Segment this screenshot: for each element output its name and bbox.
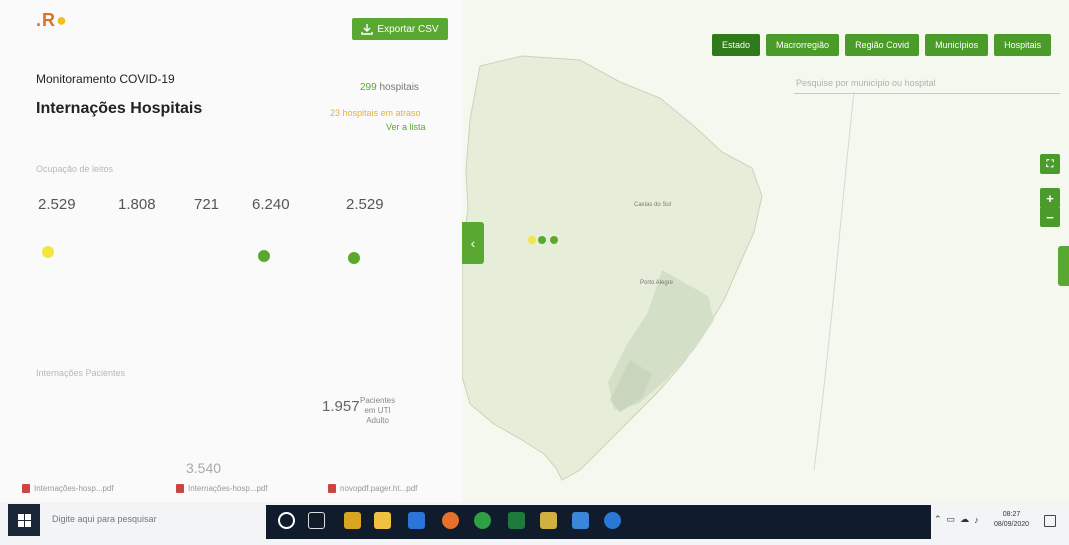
chevron-up-icon[interactable]: ⌃ xyxy=(934,514,942,525)
fullscreen-icon: ⛶ xyxy=(1046,158,1054,170)
stat-value: 2.529 xyxy=(346,196,384,213)
start-button[interactable] xyxy=(8,504,40,536)
notification-icon[interactable] xyxy=(1044,515,1056,527)
patients-total-value: 3.540 xyxy=(186,460,222,476)
taskbar-app-strip xyxy=(266,505,931,539)
status-dot xyxy=(42,246,54,258)
taskbar-clock[interactable]: 08:27 08/09/2020 xyxy=(994,510,1029,530)
skype-icon[interactable] xyxy=(604,512,621,529)
beds-section-label: Ocupação de leitos xyxy=(36,164,114,174)
download-item[interactable]: novopdf.pager.ht...pdf xyxy=(328,484,417,493)
onedrive-icon[interactable] xyxy=(572,512,589,529)
stat-value: 721 xyxy=(194,196,220,213)
stat-value: 6.240 xyxy=(252,196,290,213)
patients-uti-label: Pacientes em UTI Adulto xyxy=(360,396,396,425)
right-panel-tab[interactable] xyxy=(1058,246,1069,286)
status-dot xyxy=(348,252,360,264)
tab-municipios[interactable]: Municípios xyxy=(925,34,989,56)
pdf-icon xyxy=(176,484,184,493)
patients-uti-value: 1.957 xyxy=(322,398,360,415)
zoom-in-button[interactable]: + xyxy=(1040,188,1060,208)
status-dot xyxy=(258,250,270,262)
cortana-icon[interactable] xyxy=(278,512,295,529)
export-csv-label: Exportar CSV xyxy=(377,23,439,35)
firefox-icon[interactable] xyxy=(442,512,459,529)
export-csv-button[interactable]: Exportar CSV xyxy=(352,18,448,40)
stat-value: 1.808 xyxy=(118,196,156,213)
city-label-porto-alegre: Porto Alegre xyxy=(640,280,674,286)
city-label-caxias: Caxias do Sul xyxy=(634,202,672,208)
zoom-out-button[interactable]: − xyxy=(1040,207,1060,227)
see-list-link[interactable]: Ver a lista xyxy=(386,122,426,132)
system-tray[interactable]: ⌃ ▭ ☁ ♪ xyxy=(934,514,979,525)
download-item[interactable]: Internações-hosp...pdf xyxy=(176,484,268,493)
tab-macrorregiao[interactable]: Macrorregião xyxy=(766,34,840,56)
hospital-count: 299 hospitais xyxy=(360,82,419,93)
plus-icon: + xyxy=(1046,190,1054,206)
windows-icon xyxy=(17,513,31,527)
cloud-icon[interactable]: ☁ xyxy=(960,514,969,525)
pdf-icon xyxy=(22,484,30,493)
stat-value: 2.529 xyxy=(38,196,76,213)
tab-estado[interactable]: Estado xyxy=(712,34,761,56)
excel-icon[interactable] xyxy=(508,512,525,529)
patients-section-label: Internações Pacientes xyxy=(36,368,126,378)
pdf-icon xyxy=(328,484,336,493)
minus-icon: − xyxy=(1046,209,1054,225)
page-subtitle: Monitoramento COVID-19 xyxy=(36,72,175,86)
edge-icon[interactable] xyxy=(408,512,425,529)
fullscreen-button[interactable]: ⛶ xyxy=(1040,154,1060,174)
spotify-icon[interactable] xyxy=(474,512,491,529)
download-icon xyxy=(361,24,374,35)
hospitals-late: 23 hospitais em atraso xyxy=(330,108,421,118)
tab-regiao-covid[interactable]: Região Covid xyxy=(845,34,920,56)
chevron-left-icon: ‹ xyxy=(470,235,476,251)
page-title: Internações Hospitais xyxy=(36,100,203,117)
taskbar-search[interactable]: Digite aqui para pesquisar xyxy=(44,508,264,532)
chrome-icon[interactable] xyxy=(344,512,361,529)
app-icon[interactable] xyxy=(540,512,557,529)
task-view-icon[interactable] xyxy=(308,512,325,529)
file-explorer-icon[interactable] xyxy=(374,512,391,529)
left-panel: .R● Exportar CSV Monitoramento COVID-19 … xyxy=(0,0,462,510)
volume-icon[interactable]: ♪ xyxy=(974,515,979,525)
tab-hospitais[interactable]: Hospitais xyxy=(994,34,1052,56)
map-level-tabs: Estado Macrorregião Região Covid Municíp… xyxy=(712,34,1052,56)
app-logo[interactable]: .R● xyxy=(36,10,68,31)
download-item[interactable]: Internações-hosp...pdf xyxy=(22,484,114,493)
map-search-input[interactable] xyxy=(794,72,1060,94)
collapse-panel-button[interactable]: ‹ xyxy=(462,222,484,264)
network-icon[interactable]: ▭ xyxy=(947,514,956,525)
